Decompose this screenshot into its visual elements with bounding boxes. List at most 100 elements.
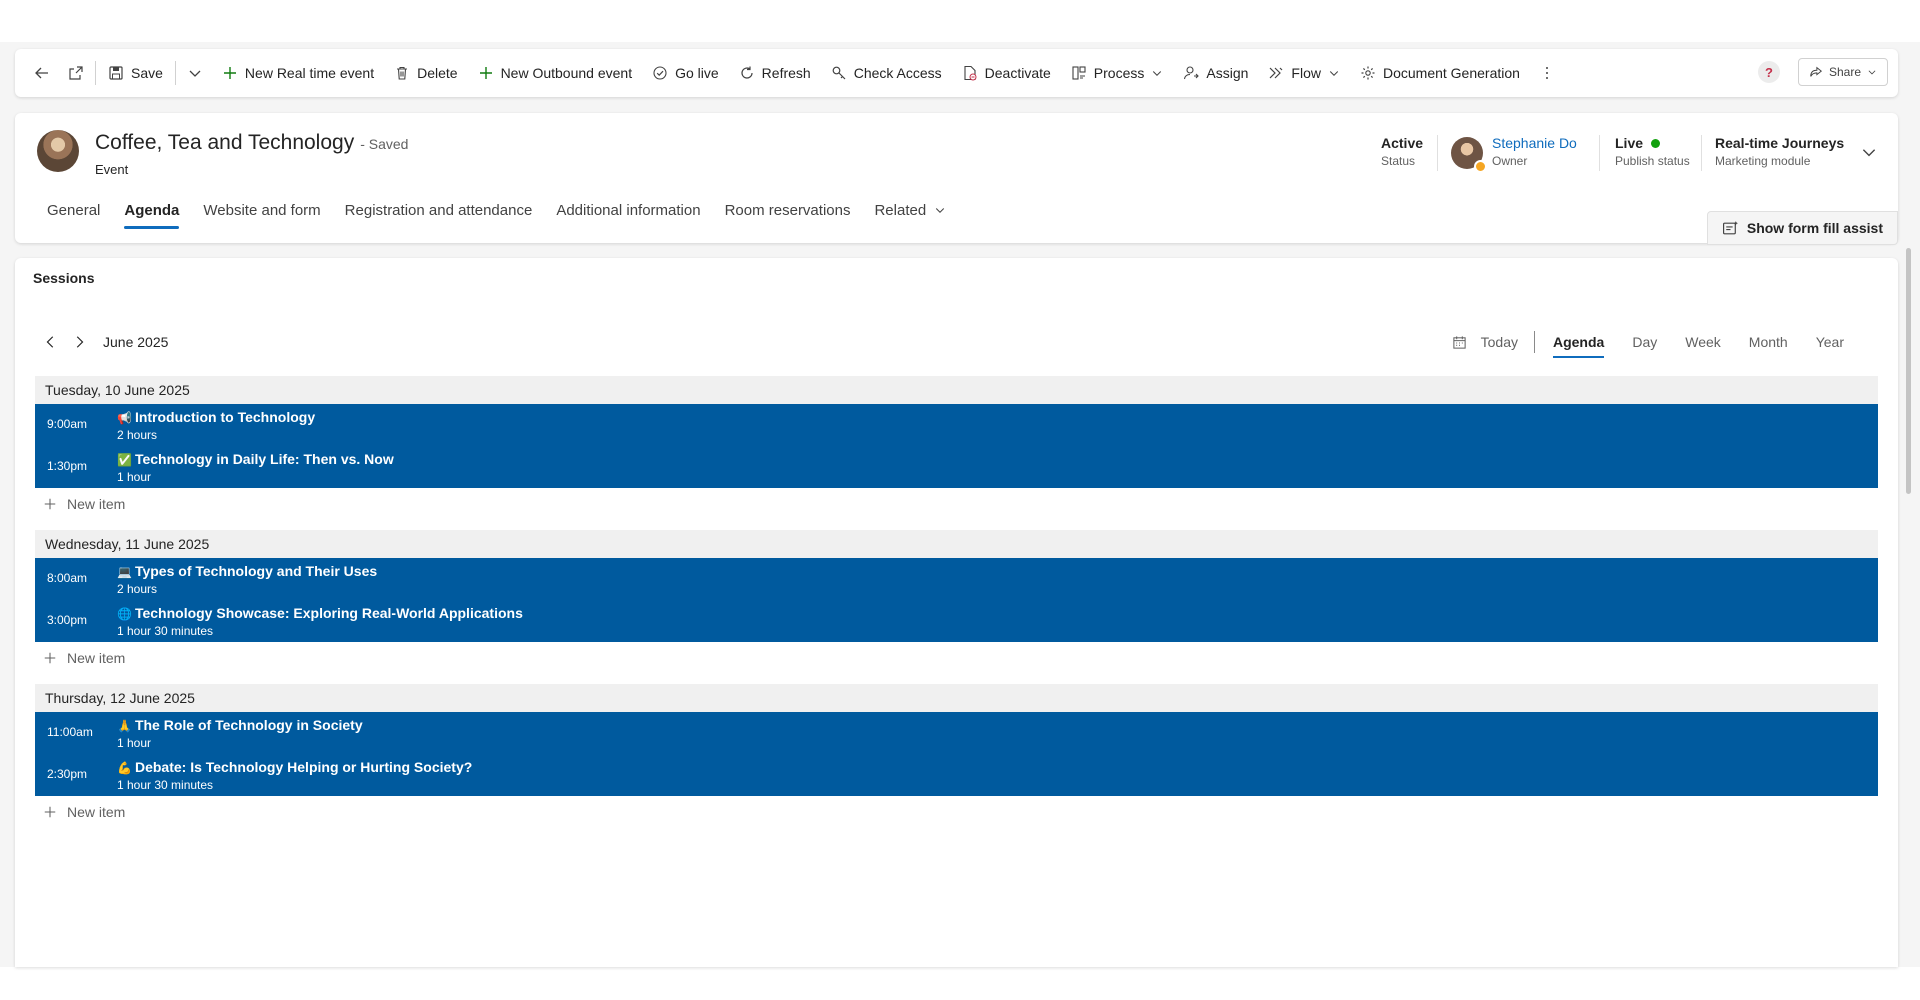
trash-icon (397, 66, 408, 80)
today-label: Today (1480, 334, 1518, 350)
status-label: Status (1381, 154, 1416, 168)
today-button[interactable]: Today (1440, 328, 1530, 356)
share-label: Share (1828, 65, 1861, 79)
new-item-button[interactable]: New item (43, 799, 125, 825)
more-commands-button[interactable] (1530, 55, 1564, 91)
tab-registration-and-attendance[interactable]: Registration and attendance (333, 191, 545, 229)
popout-icon (69, 66, 83, 80)
process-icon (1072, 66, 1086, 80)
view-day[interactable]: Day (1618, 328, 1671, 356)
view-year[interactable]: Year (1802, 328, 1858, 356)
chevron-down-icon (1153, 71, 1162, 76)
previous-month-button[interactable] (37, 328, 65, 356)
go-live-button[interactable]: Go live (642, 55, 729, 91)
save-label: Save (131, 65, 163, 81)
form-fill-assist-label: Show form fill assist (1746, 220, 1883, 236)
tab-additional-information[interactable]: Additional information (544, 191, 712, 229)
chevron-down-icon (1868, 70, 1876, 75)
chevron-down-icon (1329, 71, 1339, 76)
presence-badge (1474, 160, 1487, 173)
owner-field: Stephanie Do Owner (1492, 135, 1577, 168)
new-item-button[interactable]: New item (43, 645, 125, 671)
owner-link[interactable]: Stephanie Do (1492, 135, 1577, 151)
assign-button[interactable]: Assign (1173, 55, 1258, 91)
record-title: Coffee, Tea and Technology - Saved (95, 131, 408, 155)
publish-status-label: Publish status (1615, 154, 1690, 168)
day-events-wednesday: 8:00am 💻 Types of Technology and Their Us… (35, 558, 1878, 642)
tab-general[interactable]: General (35, 191, 112, 229)
session-title: ✅ Technology in Daily Life: Then vs. Now (117, 451, 394, 467)
show-form-fill-assist-button[interactable]: Show form fill assist (1706, 211, 1898, 245)
session-title-text: Technology Showcase: Exploring Real-Worl… (134, 605, 523, 621)
process-button[interactable]: Process (1061, 55, 1174, 91)
divider (174, 61, 176, 85)
session-title: 📢 Introduction to Technology (117, 409, 315, 425)
marketing-module-field: Real-time Journeys Marketing module (1715, 135, 1844, 168)
flow-button[interactable]: Flow (1258, 55, 1350, 91)
tab-label: Registration and attendance (344, 201, 533, 219)
session-item[interactable]: 2:30pm 💪 Debate: Is Technology Helping or… (35, 754, 1878, 796)
help-button[interactable]: ? (1757, 61, 1780, 83)
calendar-view-switcher: Today Agenda Day Week Month Year (1440, 328, 1858, 358)
save-status: - Saved (360, 136, 409, 152)
session-title-text: Types of Technology and Their Uses (134, 563, 378, 579)
plus-icon (223, 67, 236, 79)
publish-status-field: Live Publish status (1615, 135, 1690, 168)
back-button[interactable] (25, 55, 59, 91)
calendar-icon (1452, 335, 1466, 349)
new-outbound-event-button[interactable]: New Outbound event (468, 55, 643, 91)
tab-label: Additional information (556, 201, 701, 219)
flow-label: Flow (1291, 65, 1321, 81)
new-item-button[interactable]: New item (43, 491, 125, 517)
tab-agenda[interactable]: Agenda (112, 191, 191, 229)
next-month-button[interactable] (65, 328, 93, 356)
tab-label: Room reservations (724, 201, 851, 219)
open-new-window-button[interactable] (59, 55, 93, 91)
divider (1533, 331, 1535, 353)
gear-icon (1361, 66, 1375, 80)
view-month[interactable]: Month (1735, 328, 1802, 356)
tab-room-reservations[interactable]: Room reservations (713, 191, 863, 229)
view-agenda[interactable]: Agenda (1539, 328, 1618, 358)
new-item-label: New item (67, 496, 126, 512)
delete-button[interactable]: Delete (384, 55, 467, 91)
share-button[interactable]: Share (1797, 58, 1888, 86)
tab-label: Related (874, 201, 927, 219)
day-header-tuesday: Tuesday, 10 June 2025 (35, 376, 1878, 404)
refresh-label: Refresh (761, 65, 811, 81)
new-item-label: New item (67, 650, 126, 666)
refresh-button[interactable]: Refresh (729, 55, 821, 91)
plus-icon (44, 652, 56, 664)
session-item[interactable]: 1:30pm ✅ Technology in Daily Life: Then v… (35, 446, 1878, 488)
tab-related[interactable]: Related (862, 191, 958, 229)
session-time: 8:00am (47, 571, 88, 585)
document-generation-button[interactable]: Document Generation (1350, 55, 1530, 91)
session-time: 1:30pm (47, 459, 88, 473)
save-button[interactable]: Save (98, 55, 173, 91)
session-time: 11:00am (47, 725, 93, 739)
tab-website-and-form[interactable]: Website and form (191, 191, 332, 229)
owner-label: Owner (1492, 154, 1528, 168)
session-item[interactable]: 9:00am 📢 Introduction to Technology 2 hou… (35, 404, 1878, 446)
page-scrollbar[interactable] (1906, 248, 1911, 494)
session-duration: 1 hour (117, 470, 152, 484)
view-week[interactable]: Week (1671, 328, 1735, 356)
command-bar: Save New Real time event Delete New Outb… (15, 49, 1898, 97)
divider (1701, 135, 1702, 171)
flexed-arm-icon: 💪 (117, 761, 132, 775)
save-options-button[interactable] (178, 55, 212, 91)
session-time: 3:00pm (47, 613, 88, 627)
session-item[interactable]: 3:00pm 🌐 Technology Showcase: Exploring R… (35, 600, 1878, 642)
chevron-left-icon (46, 336, 54, 348)
check-access-button[interactable]: Check Access (821, 55, 952, 91)
session-title-text: The Role of Technology in Society (134, 717, 363, 733)
key-icon (832, 66, 846, 80)
session-time: 2:30pm (47, 767, 88, 781)
chevron-down-icon (189, 70, 201, 77)
form-tabs: General Agenda Website and form Registra… (35, 191, 958, 229)
deactivate-button[interactable]: Deactivate (952, 55, 1061, 91)
expand-header-chevron-icon[interactable] (1860, 143, 1878, 161)
session-item[interactable]: 8:00am 💻 Types of Technology and Their Us… (35, 558, 1878, 600)
new-realtime-event-button[interactable]: New Real time event (212, 55, 384, 91)
session-item[interactable]: 11:00am 🙏 The Role of Technology in Socie… (35, 712, 1878, 754)
